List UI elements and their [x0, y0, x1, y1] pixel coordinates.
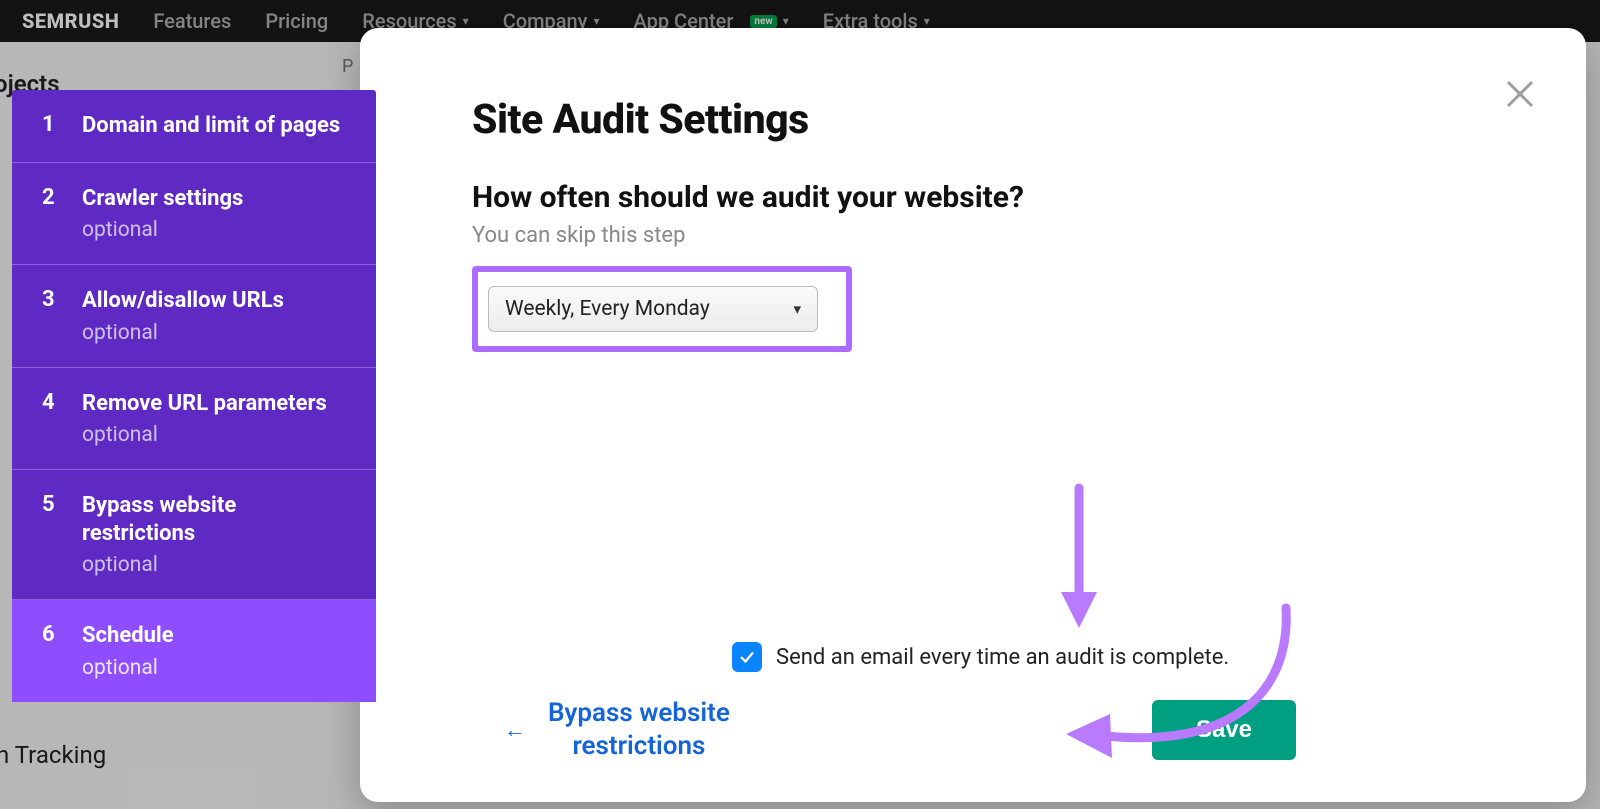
step-optional-label: optional	[82, 553, 350, 577]
step-title: Remove URL parameters	[82, 390, 327, 418]
step-number: 5	[42, 492, 60, 517]
step-4[interactable]: 4 Remove URL parameters optional	[12, 368, 376, 471]
annotation-arrow-curve	[1066, 608, 1296, 768]
chevron-down-icon: ▾	[793, 300, 801, 318]
step-number: 6	[42, 622, 60, 647]
step-title: Allow/disallow URLs	[82, 287, 284, 315]
step-optional-label: optional	[82, 656, 174, 680]
step-title: Schedule	[82, 622, 174, 650]
step-title: Crawler settings	[82, 185, 243, 213]
modal-title: Site Audit Settings	[472, 96, 1546, 144]
step-title: Bypass website restrictions	[82, 492, 350, 547]
step-3[interactable]: 3 Allow/disallow URLs optional	[12, 265, 376, 368]
step-number: 4	[42, 390, 60, 415]
step-optional-label: optional	[82, 218, 243, 242]
step-number: 3	[42, 287, 60, 312]
step-1[interactable]: 1 Domain and limit of pages	[12, 90, 376, 163]
modal-footer: ← Bypass website restrictions Save	[504, 697, 1526, 762]
schedule-select-highlight: Weekly, Every Monday ▾	[472, 266, 852, 352]
annotation-arrow-down	[1057, 488, 1101, 628]
schedule-select-value: Weekly, Every Monday	[505, 297, 710, 321]
step-optional-label: optional	[82, 321, 284, 345]
step-6[interactable]: 6 Schedule optional	[12, 600, 376, 702]
arrow-left-icon: ←	[504, 717, 526, 743]
step-5[interactable]: 5 Bypass website restrictions optional	[12, 470, 376, 600]
settings-stepper: 1 Domain and limit of pages 2 Crawler setti…	[12, 90, 376, 702]
step-2[interactable]: 2 Crawler settings optional	[12, 163, 376, 266]
step-title: Domain and limit of pages	[82, 112, 340, 140]
back-link[interactable]: ← Bypass website restrictions	[504, 697, 730, 762]
schedule-hint: You can skip this step	[472, 223, 1546, 248]
site-audit-settings-modal: Site Audit Settings How often should we …	[360, 28, 1586, 802]
schedule-select[interactable]: Weekly, Every Monday ▾	[488, 286, 818, 332]
check-icon	[738, 648, 756, 666]
email-notify-checkbox[interactable]	[732, 642, 762, 672]
step-number: 1	[42, 112, 60, 137]
step-optional-label: optional	[82, 423, 327, 447]
schedule-question: How often should we audit your website?	[472, 180, 1546, 215]
step-number: 2	[42, 185, 60, 210]
back-link-label: Bypass website restrictions	[548, 697, 730, 762]
